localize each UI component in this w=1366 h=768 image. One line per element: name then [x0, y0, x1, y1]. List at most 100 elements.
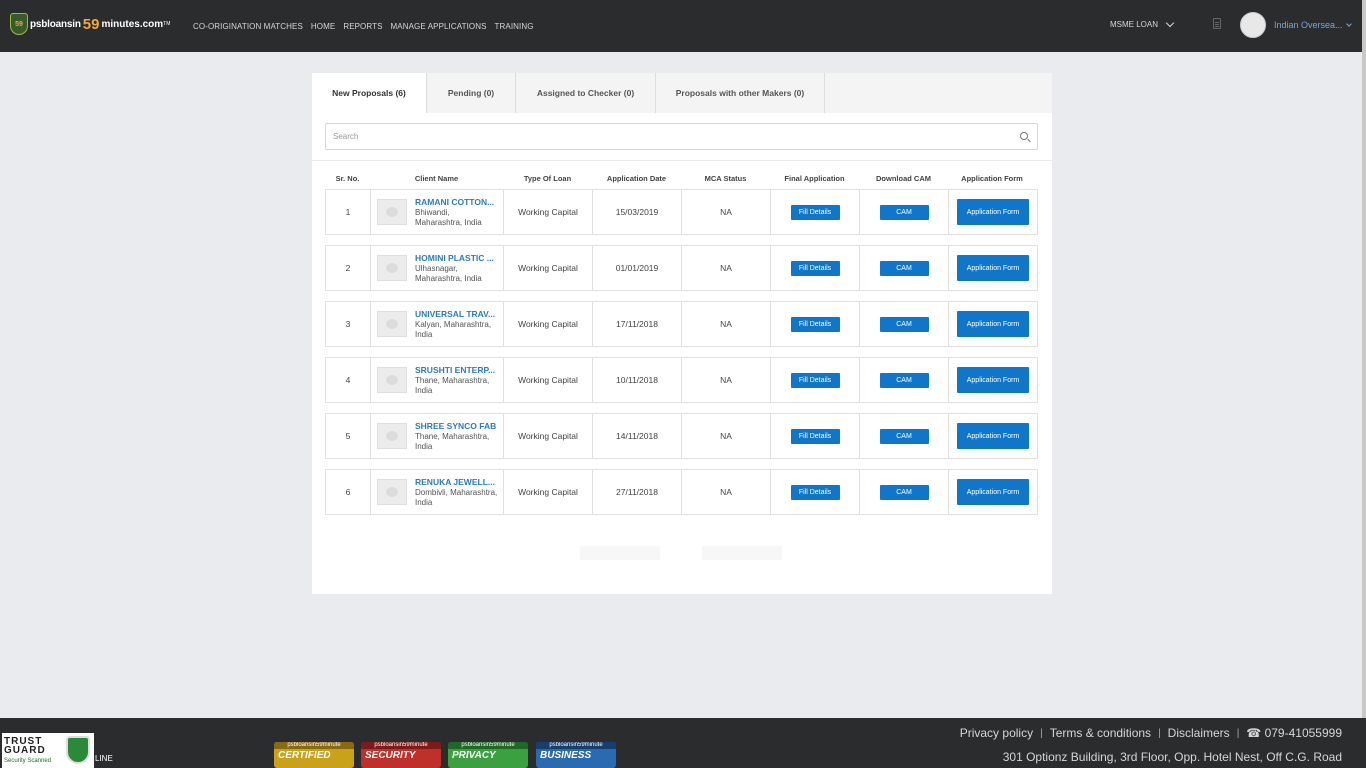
application-form-button[interactable]: Application Form — [957, 367, 1029, 393]
fill-details-button[interactable]: Fill Details — [790, 204, 840, 220]
client-logo-image — [377, 311, 407, 337]
client-name-link[interactable]: SHREE SYNCO FAB — [415, 421, 499, 431]
row-client: SRUSHTI ENTERP... Thane, Maharashtra, In… — [371, 358, 504, 402]
table-row: 4 SRUSHTI ENTERP... Thane, Maharashtra, … — [325, 357, 1038, 403]
row-application-form: Application Form — [949, 190, 1037, 234]
fill-details-button[interactable]: Fill Details — [790, 316, 840, 332]
fill-details-button[interactable]: Fill Details — [790, 484, 840, 500]
row-final-application: Fill Details — [771, 470, 860, 514]
avatar[interactable] — [1240, 12, 1266, 38]
application-form-button[interactable]: Application Form — [957, 423, 1029, 449]
pager-next[interactable] — [702, 546, 782, 560]
security-seal[interactable]: psbloansin59minute SECURITY — [361, 742, 441, 768]
client-logo-image — [377, 367, 407, 393]
application-form-button[interactable]: Application Form — [957, 479, 1029, 505]
row-application-date: 01/01/2019 — [593, 246, 682, 290]
separator: | — [1040, 727, 1043, 739]
header-download-cam: Download CAM — [876, 174, 931, 183]
nav-manage-applications[interactable]: MANAGE APPLICATIONS — [391, 22, 487, 31]
row-final-application: Fill Details — [771, 246, 860, 290]
cam-button[interactable]: CAM — [879, 260, 929, 276]
business-seal[interactable]: psbloansin59minute BUSINESS — [536, 742, 616, 768]
fill-details-button[interactable]: Fill Details — [790, 260, 840, 276]
seal-main-text: SECURITY — [365, 750, 416, 761]
certified-seal[interactable]: psbloansin59minute CERTIFIED — [274, 742, 354, 768]
phone-number[interactable]: ☎ 079-41055999 — [1246, 726, 1342, 740]
client-logo-image — [377, 255, 407, 281]
row-sr-no: 3 — [326, 302, 371, 346]
row-application-date: 14/11/2018 — [593, 414, 682, 458]
header-application-date: Application Date — [606, 174, 667, 183]
header-sr-no: Sr. No. — [335, 174, 360, 183]
privacy-seal[interactable]: psbloansin59minute PRIVACY — [448, 742, 528, 768]
cam-button[interactable]: CAM — [879, 316, 929, 332]
client-name-link[interactable]: RENUKA JEWELL... — [415, 477, 499, 487]
row-download-cam: CAM — [860, 302, 949, 346]
header-mca-status: MCA Status — [704, 174, 747, 183]
fill-details-button[interactable]: Fill Details — [790, 428, 840, 444]
proposal-tabs: New Proposals (6) Pending (0) Assigned t… — [312, 73, 1052, 113]
seal-main-text: PRIVACY — [452, 750, 496, 761]
nav-home[interactable]: HOME — [311, 22, 335, 31]
seal-top-text: psbloansin59minute — [536, 742, 616, 749]
search-input[interactable] — [326, 124, 1006, 149]
tab-pending[interactable]: Pending (0) — [427, 73, 516, 113]
page-scrollbar[interactable] — [1362, 0, 1366, 718]
row-final-application: Fill Details — [771, 302, 860, 346]
row-mca-status: NA — [682, 190, 771, 234]
client-name-link[interactable]: RAMANI COTTON... — [415, 197, 499, 207]
tab-assigned-to-checker[interactable]: Assigned to Checker (0) — [516, 73, 656, 113]
client-location: Ulhasnagar, Maharashtra, India — [415, 263, 482, 283]
brand-part1: psbloansin — [30, 18, 81, 30]
table-row: 5 SHREE SYNCO FAB Thane, Maharashtra, In… — [325, 413, 1038, 459]
top-navbar: 59 psbloansin 59 minutes.com TM CO-ORIGI… — [0, 0, 1366, 52]
application-form-button[interactable]: Application Form — [957, 199, 1029, 225]
user-menu[interactable]: Indian Oversea... — [1274, 20, 1352, 30]
disclaimers-link[interactable]: Disclaimers — [1168, 726, 1230, 740]
client-name-link[interactable]: HOMINI PLASTIC ... — [415, 253, 499, 263]
row-loan-type: Working Capital — [504, 470, 593, 514]
row-application-date: 15/03/2019 — [593, 190, 682, 234]
client-location: Thane, Maharashtra, India — [415, 375, 490, 395]
cam-button[interactable]: CAM — [879, 372, 929, 388]
main-nav: CO-ORIGINATION MATCHES HOME REPORTS MANA… — [193, 22, 542, 31]
tab-proposals-other-makers[interactable]: Proposals with other Makers (0) — [656, 73, 825, 113]
client-name-link[interactable]: UNIVERSAL TRAV... — [415, 309, 499, 319]
header-application-form: Application Form — [961, 174, 1023, 183]
fill-details-button[interactable]: Fill Details — [790, 372, 840, 388]
seal-main-text: CERTIFIED — [278, 750, 331, 761]
nav-co-origination[interactable]: CO-ORIGINATION MATCHES — [193, 22, 303, 31]
cam-button[interactable]: CAM — [879, 428, 929, 444]
row-loan-type: Working Capital — [504, 302, 593, 346]
row-client: SHREE SYNCO FAB Thane, Maharashtra, Indi… — [371, 414, 504, 458]
separator: | — [1158, 727, 1161, 739]
trust-guard-badge[interactable]: TRUST GUARD Security Scanned — [2, 733, 94, 768]
tab-new-proposals[interactable]: New Proposals (6) — [312, 73, 427, 113]
search-icon[interactable] — [1020, 132, 1028, 140]
application-form-button[interactable]: Application Form — [957, 311, 1029, 337]
row-mca-status: NA — [682, 414, 771, 458]
row-download-cam: CAM — [860, 470, 949, 514]
document-icon[interactable] — [1213, 18, 1221, 29]
pager-previous[interactable] — [580, 546, 660, 560]
shield-icon — [66, 736, 90, 764]
brand-logo[interactable]: 59 psbloansin 59 minutes.com TM — [10, 13, 170, 35]
client-name-link[interactable]: SRUSHTI ENTERP... — [415, 365, 499, 375]
application-form-button[interactable]: Application Form — [957, 255, 1029, 281]
nav-reports[interactable]: REPORTS — [343, 22, 382, 31]
row-application-form: Application Form — [949, 414, 1037, 458]
row-sr-no: 4 — [326, 358, 371, 402]
terms-link[interactable]: Terms & conditions — [1050, 726, 1151, 740]
loan-type-select[interactable]: MSME LOAN — [1110, 18, 1175, 29]
nav-training[interactable]: TRAINING — [495, 22, 534, 31]
separator: | — [1236, 727, 1240, 739]
cam-button[interactable]: CAM — [879, 204, 929, 220]
privacy-policy-link[interactable]: Privacy policy — [960, 726, 1033, 740]
cam-button[interactable]: CAM — [879, 484, 929, 500]
brand-tm: TM — [163, 21, 171, 27]
proposals-card: New Proposals (6) Pending (0) Assigned t… — [312, 73, 1052, 594]
row-mca-status: NA — [682, 358, 771, 402]
brand-badge-icon: 59 — [10, 13, 28, 35]
row-application-date: 10/11/2018 — [593, 358, 682, 402]
table-row: 3 UNIVERSAL TRAV... Kalyan, Maharashtra,… — [325, 301, 1038, 347]
